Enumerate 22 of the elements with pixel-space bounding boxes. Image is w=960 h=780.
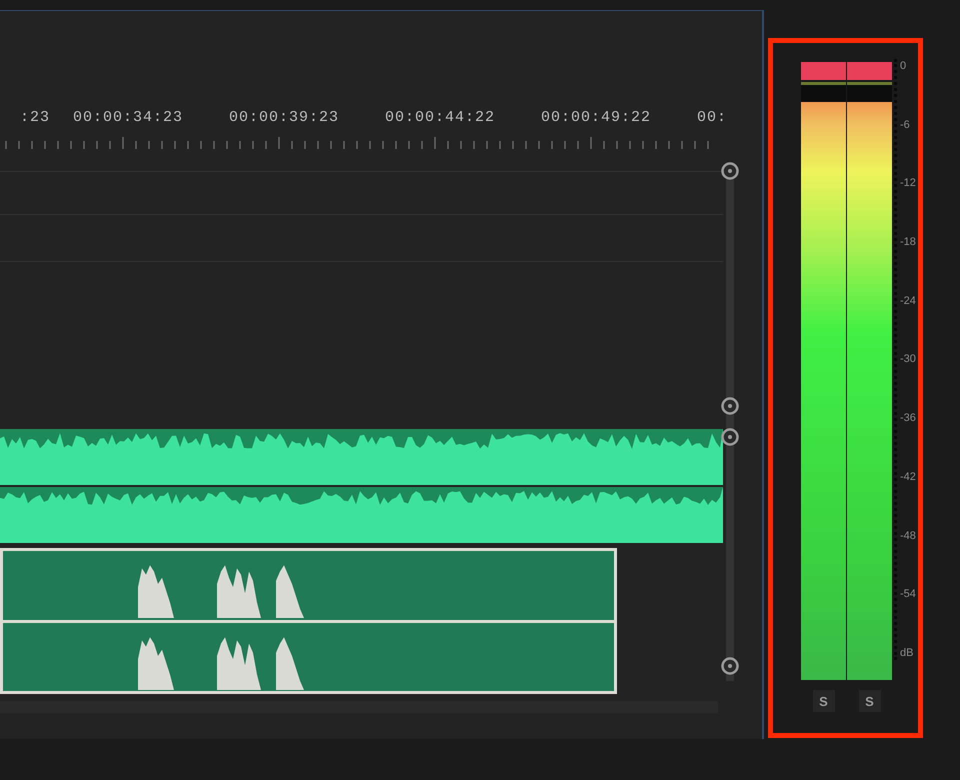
audio-clip[interactable]: [0, 429, 723, 543]
solo-button[interactable]: S: [858, 690, 880, 712]
scale-label: -54: [900, 587, 916, 602]
scale-label: -12: [900, 176, 916, 190]
scale-label: -30: [900, 352, 916, 366]
timecode-label: 00:00:44:22: [384, 108, 496, 126]
timecode-label: 00:: [696, 108, 728, 126]
timecode-label: 00:00:34:23: [72, 108, 184, 126]
scale-label: dB: [900, 646, 914, 660]
solo-button[interactable]: S: [812, 690, 834, 712]
scale-label: -6: [900, 118, 911, 132]
scale-label: -48: [900, 528, 916, 542]
scale-label: -36: [900, 411, 916, 426]
vertical-scrollbar[interactable]: [721, 162, 739, 681]
scale-label: 0: [900, 59, 908, 73]
audio-clip[interactable]: [0, 548, 617, 694]
timecode-label: :23: [18, 108, 50, 126]
scale-label: -42: [900, 470, 916, 484]
timecode-label: 00:00:39:23: [228, 108, 340, 126]
scale-label: -18: [900, 235, 916, 250]
scale-label: -24: [900, 294, 916, 308]
timecode-label: 00:00:49:22: [540, 108, 652, 126]
